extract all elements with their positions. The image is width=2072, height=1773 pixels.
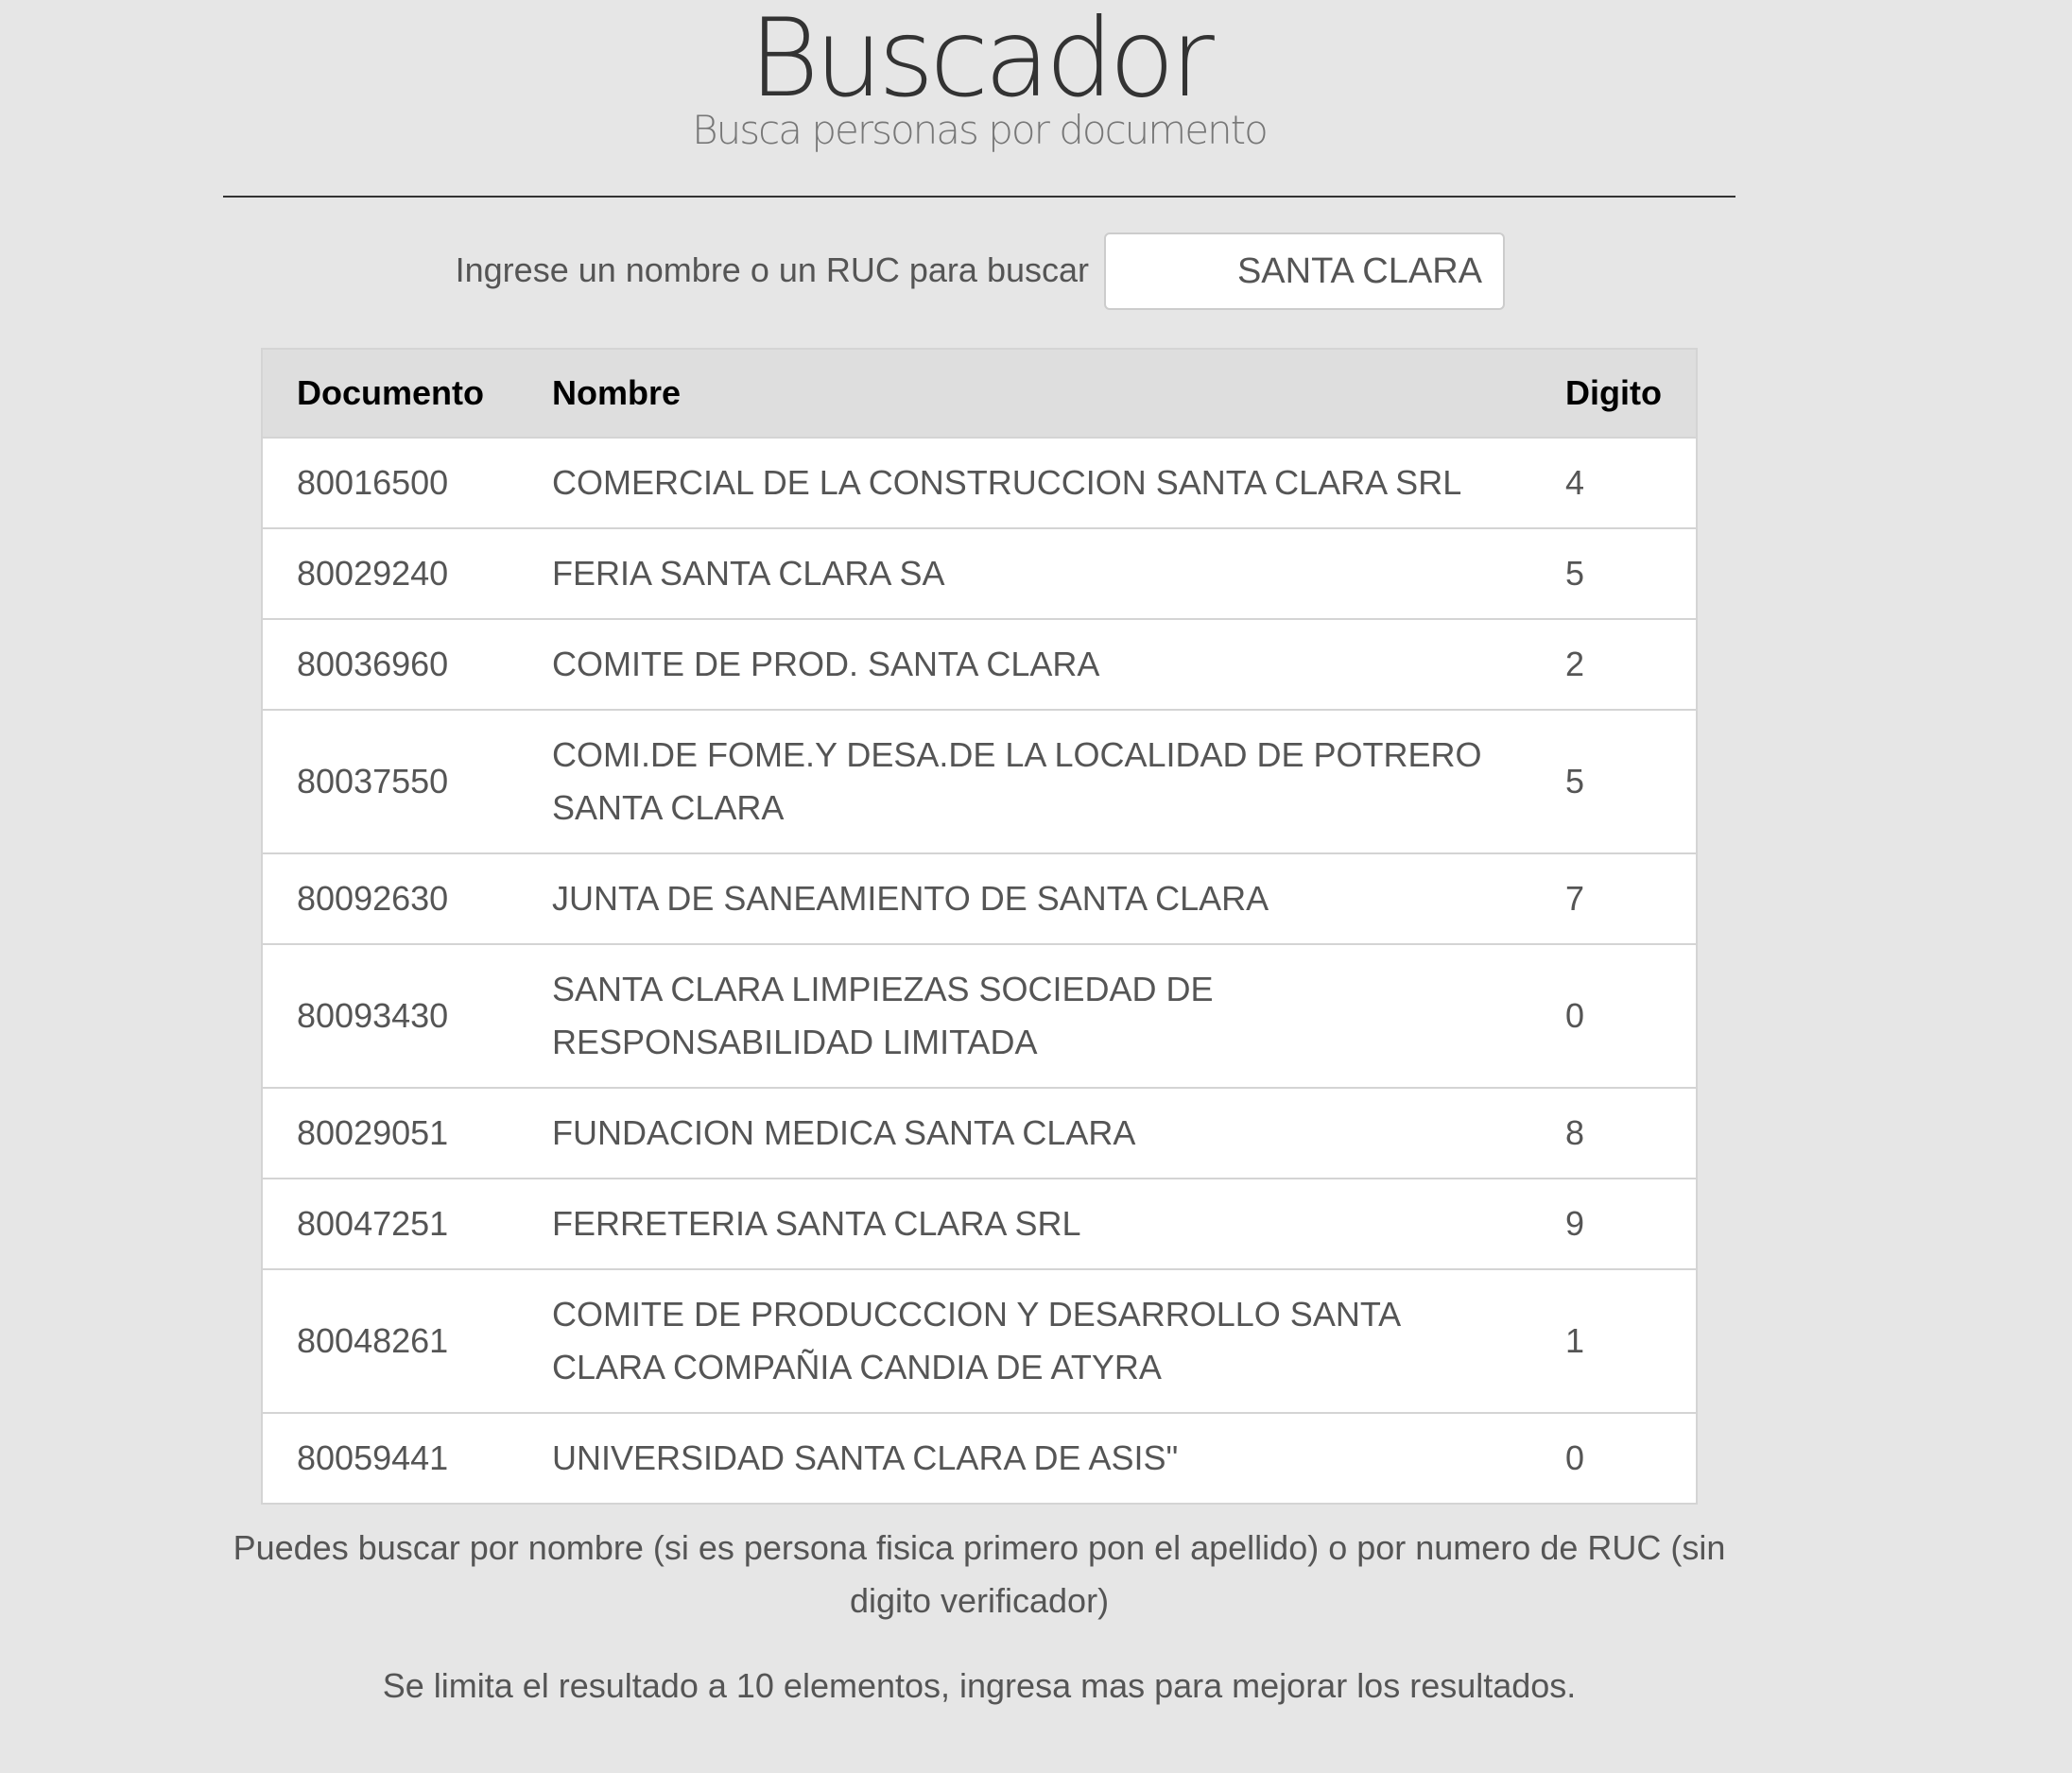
results-limit-note: Se limita el resultado a 10 elementos, i… xyxy=(382,1666,1577,1705)
cell-nombre: FUNDACION MEDICA SANTA CLARA xyxy=(518,1087,1532,1179)
cell-nombre: FERRETERIA SANTA CLARA SRL xyxy=(518,1178,1532,1269)
cell-nombre: JUNTA DE SANEAMIENTO DE SANTA CLARA xyxy=(518,852,1532,944)
header-divider xyxy=(223,196,1735,198)
search-input[interactable] xyxy=(1104,232,1505,310)
search-label: Ingrese un nombre o un RUC para buscar xyxy=(455,250,1089,289)
table-row: 80047251 FERRETERIA SANTA CLARA SRL 9 xyxy=(262,1178,1697,1269)
cell-nombre: UNIVERSIDAD SANTA CLARA DE ASIS" xyxy=(518,1412,1532,1504)
search-bar: Ingrese un nombre o un RUC para buscar xyxy=(0,232,2072,310)
cell-documento: 80093430 xyxy=(262,943,518,1088)
cell-digito: 4 xyxy=(1531,437,1697,528)
cell-nombre: COMERCIAL DE LA CONSTRUCCION SANTA CLARA… xyxy=(518,437,1532,528)
search-hint: Puedes buscar por nombre (si es persona … xyxy=(233,1528,1726,1620)
results-table-body: 80016500 COMERCIAL DE LA CONSTRUCCION SA… xyxy=(262,437,1697,1504)
cell-documento: 80016500 xyxy=(262,437,518,528)
results-table-header: Documento Nombre Digito xyxy=(262,349,1697,438)
column-header-digito: Digito xyxy=(1531,349,1697,438)
results-table: Documento Nombre Digito 80016500 COMERCI… xyxy=(261,348,1698,1505)
cell-digito: 2 xyxy=(1531,618,1697,710)
table-row: 80029051 FUNDACION MEDICA SANTA CLARA 8 xyxy=(262,1087,1697,1179)
cell-digito: 5 xyxy=(1531,709,1697,853)
page-subtitle: Busca personas por documento xyxy=(692,107,1269,153)
cell-digito: 7 xyxy=(1531,852,1697,944)
table-row: 80016500 COMERCIAL DE LA CONSTRUCCION SA… xyxy=(262,437,1697,528)
cell-nombre: COMITE DE PRODUCCCION Y DESARROLLO SANTA… xyxy=(518,1268,1532,1413)
table-row: 80059441 UNIVERSIDAD SANTA CLARA DE ASIS… xyxy=(262,1412,1697,1504)
cell-nombre: FERIA SANTA CLARA SA xyxy=(518,527,1532,619)
cell-documento: 80029051 xyxy=(262,1087,518,1179)
table-row: 80093430 SANTA CLARA LIMPIEZAS SOCIEDAD … xyxy=(262,943,1697,1088)
table-row: 80092630 JUNTA DE SANEAMIENTO DE SANTA C… xyxy=(262,852,1697,944)
cell-digito: 0 xyxy=(1531,943,1697,1088)
table-row: 80048261 COMITE DE PRODUCCCION Y DESARRO… xyxy=(262,1268,1697,1413)
cell-documento: 80048261 xyxy=(262,1268,518,1413)
cell-nombre: SANTA CLARA LIMPIEZAS SOCIEDAD DE RESPON… xyxy=(518,943,1532,1088)
column-header-nombre: Nombre xyxy=(518,349,1532,438)
cell-documento: 80047251 xyxy=(262,1178,518,1269)
table-row: 80029240 FERIA SANTA CLARA SA 5 xyxy=(262,527,1697,619)
cell-digito: 8 xyxy=(1531,1087,1697,1179)
header-row: Documento Nombre Digito xyxy=(262,349,1697,438)
cell-documento: 80092630 xyxy=(262,852,518,944)
table-row: 80037550 COMI.DE FOME.Y DESA.DE LA LOCAL… xyxy=(262,709,1697,853)
cell-digito: 9 xyxy=(1531,1178,1697,1269)
cell-documento: 80037550 xyxy=(262,709,518,853)
cell-documento: 80059441 xyxy=(262,1412,518,1504)
cell-nombre: COMITE DE PROD. SANTA CLARA xyxy=(518,618,1532,710)
cell-digito: 5 xyxy=(1531,527,1697,619)
cell-documento: 80029240 xyxy=(262,527,518,619)
cell-nombre: COMI.DE FOME.Y DESA.DE LA LOCALIDAD DE P… xyxy=(518,709,1532,853)
page-title: Buscador xyxy=(749,0,1215,121)
cell-digito: 1 xyxy=(1531,1268,1697,1413)
cell-documento: 80036960 xyxy=(262,618,518,710)
cell-digito: 0 xyxy=(1531,1412,1697,1504)
column-header-documento: Documento xyxy=(262,349,518,438)
table-row: 80036960 COMITE DE PROD. SANTA CLARA 2 xyxy=(262,618,1697,710)
